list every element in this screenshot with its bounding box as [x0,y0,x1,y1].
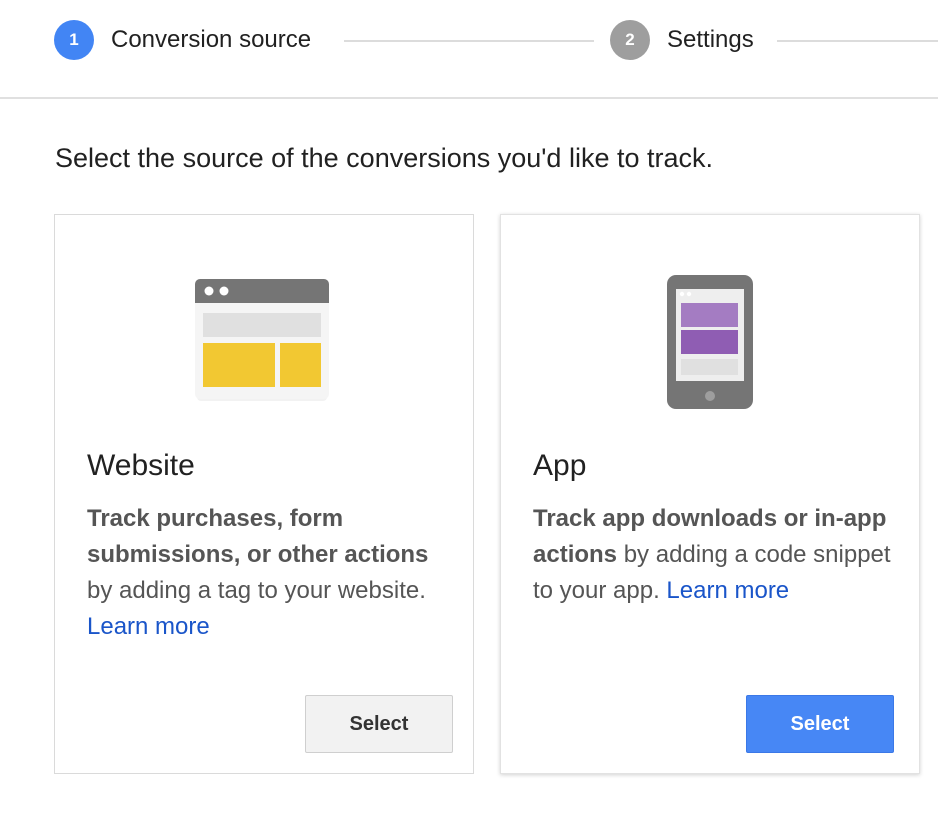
website-desc-text: by adding a tag to your website. [87,577,426,604]
website-learn-more-link[interactable]: Learn more [87,613,210,640]
step-2-indicator: 2 [610,20,650,60]
browser-window-icon [195,279,329,408]
stepper: 1 Conversion source 2 Settings [0,0,938,99]
page-instruction: Select the source of the conversions you… [55,143,713,173]
step-1-label: Conversion source [111,26,312,53]
app-learn-more-link[interactable]: Learn more [666,577,789,604]
website-source-card[interactable]: Website Track purchases, form submission… [54,214,474,774]
step-1-indicator: 1 [54,20,94,60]
app-select-button[interactable]: Select [746,695,894,753]
step-connector-line [344,40,594,42]
website-card-title: Website [87,449,195,482]
app-card-title: App [533,449,587,482]
step-2-label: Settings [667,26,754,53]
step-connector-line-trailing [777,40,938,42]
app-source-card[interactable]: App Track app downloads or in-app action… [500,214,920,774]
mobile-phone-icon [667,275,753,414]
website-select-button[interactable]: Select [305,695,453,753]
website-card-description: Track purchases, form submissions, or ot… [87,501,447,645]
website-desc-bold: Track purchases, form submissions, or ot… [87,505,429,568]
app-card-description: Track app downloads or in-app actions by… [533,501,898,609]
